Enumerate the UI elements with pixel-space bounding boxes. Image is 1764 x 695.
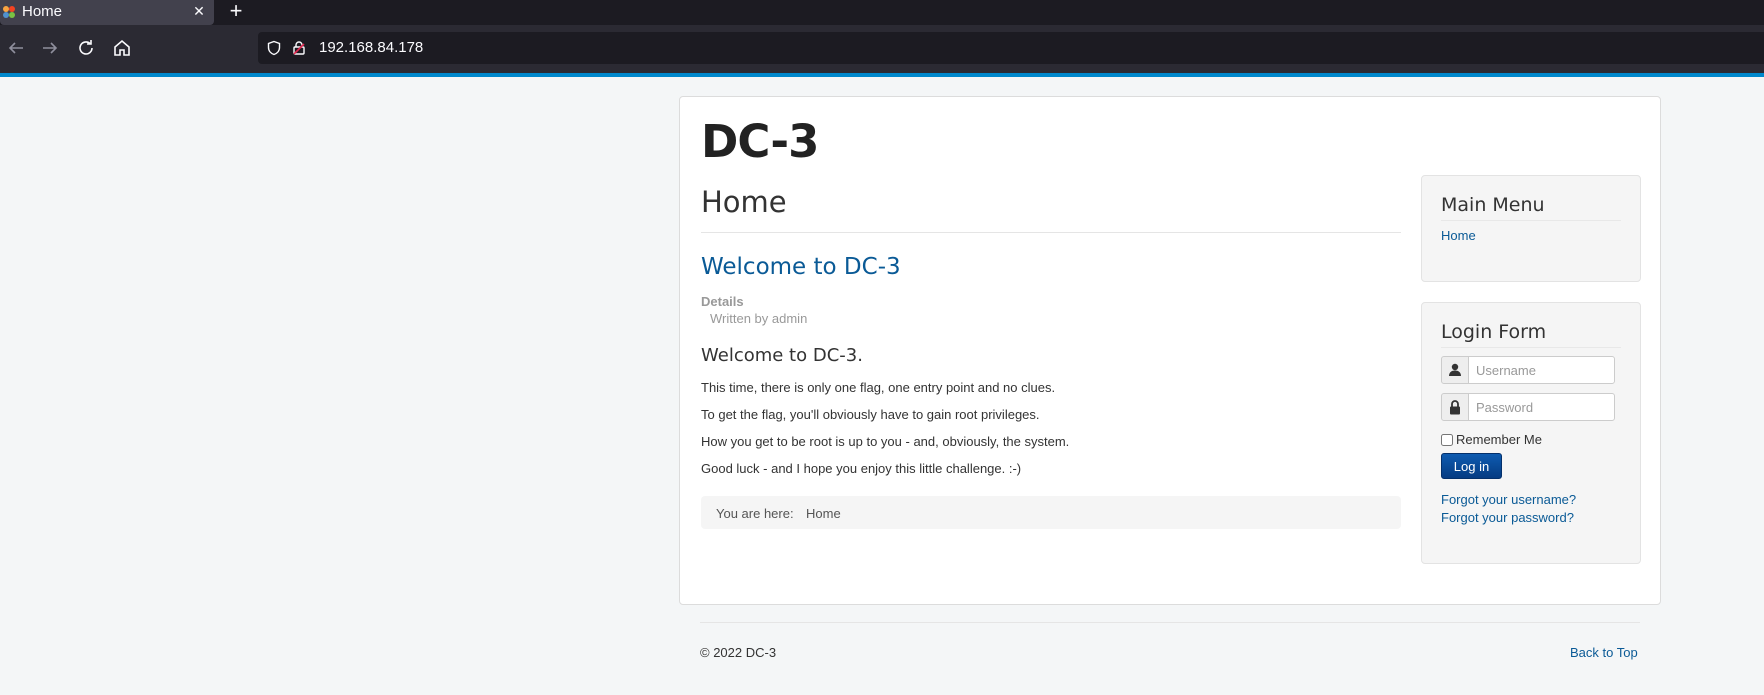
- module-divider: [1441, 347, 1621, 348]
- login-form-title: Login Form: [1441, 321, 1547, 343]
- article-paragraph: How you get to be root is up to you - an…: [701, 434, 1070, 449]
- article-title-link[interactable]: Welcome to DC-3: [701, 254, 901, 280]
- tab-title: Home: [22, 3, 63, 20]
- footer-divider: [700, 622, 1640, 623]
- article-author: Written by admin: [710, 311, 808, 326]
- article-heading: Welcome to DC-3.: [701, 345, 863, 366]
- password-input[interactable]: [1468, 393, 1615, 421]
- remember-me-label: Remember Me: [1456, 432, 1542, 447]
- username-group: [1441, 356, 1615, 384]
- login-form-module: Login Form Remember Me Log in: [1421, 302, 1641, 564]
- forgot-username-link[interactable]: Forgot your username?: [1441, 492, 1576, 507]
- footer-copyright: © 2022 DC-3: [700, 645, 777, 660]
- forward-arrow-icon[interactable]: [38, 36, 62, 60]
- browser-nav-bar: 192.168.84.178: [0, 25, 1764, 73]
- breadcrumb: You are here: Home: [701, 496, 1401, 529]
- menu-item-home[interactable]: Home: [1441, 228, 1476, 243]
- browser-tab[interactable]: Home ✕: [0, 0, 214, 25]
- page-container: DC-3 Home Welcome to DC-3 Details Writte…: [679, 96, 1661, 605]
- breadcrumb-current: Home: [806, 506, 841, 521]
- user-icon: [1441, 356, 1469, 384]
- site-title[interactable]: DC-3: [701, 115, 819, 168]
- page-title: Home: [701, 185, 787, 219]
- breadcrumb-label: You are here:: [716, 506, 794, 521]
- main-menu-module: Main Menu Home: [1421, 175, 1641, 282]
- back-to-top-link[interactable]: Back to Top: [1570, 645, 1638, 660]
- shield-icon[interactable]: [266, 40, 282, 56]
- site-accent-bar: [0, 73, 1764, 77]
- article-paragraph: To get the flag, you'll obviously have t…: [701, 407, 1040, 422]
- article-paragraph: Good luck - and I hope you enjoy this li…: [701, 461, 1022, 476]
- forgot-password-link[interactable]: Forgot your password?: [1441, 510, 1574, 525]
- remember-me-checkbox[interactable]: [1441, 434, 1453, 446]
- header-divider: [701, 232, 1401, 233]
- joomla-favicon-icon: [3, 6, 15, 18]
- username-input[interactable]: [1468, 356, 1615, 384]
- close-tab-icon[interactable]: ✕: [190, 1, 208, 21]
- new-tab-button[interactable]: +: [225, 0, 247, 22]
- login-button[interactable]: Log in: [1441, 453, 1502, 479]
- insecure-lock-icon[interactable]: [291, 40, 307, 56]
- lock-icon: [1441, 393, 1469, 421]
- main-menu-title: Main Menu: [1441, 194, 1545, 216]
- remember-me[interactable]: Remember Me: [1441, 432, 1542, 447]
- browser-tab-bar: Home ✕ +: [0, 0, 1764, 25]
- url-text[interactable]: 192.168.84.178: [319, 39, 423, 56]
- url-bar[interactable]: 192.168.84.178: [258, 32, 1764, 64]
- article-paragraph: This time, there is only one flag, one e…: [701, 380, 1056, 395]
- reload-icon[interactable]: [74, 36, 98, 60]
- password-group: [1441, 393, 1615, 421]
- article-details-label: Details: [701, 294, 744, 309]
- home-icon[interactable]: [110, 36, 134, 60]
- module-divider: [1441, 220, 1621, 221]
- back-arrow-icon[interactable]: [4, 36, 28, 60]
